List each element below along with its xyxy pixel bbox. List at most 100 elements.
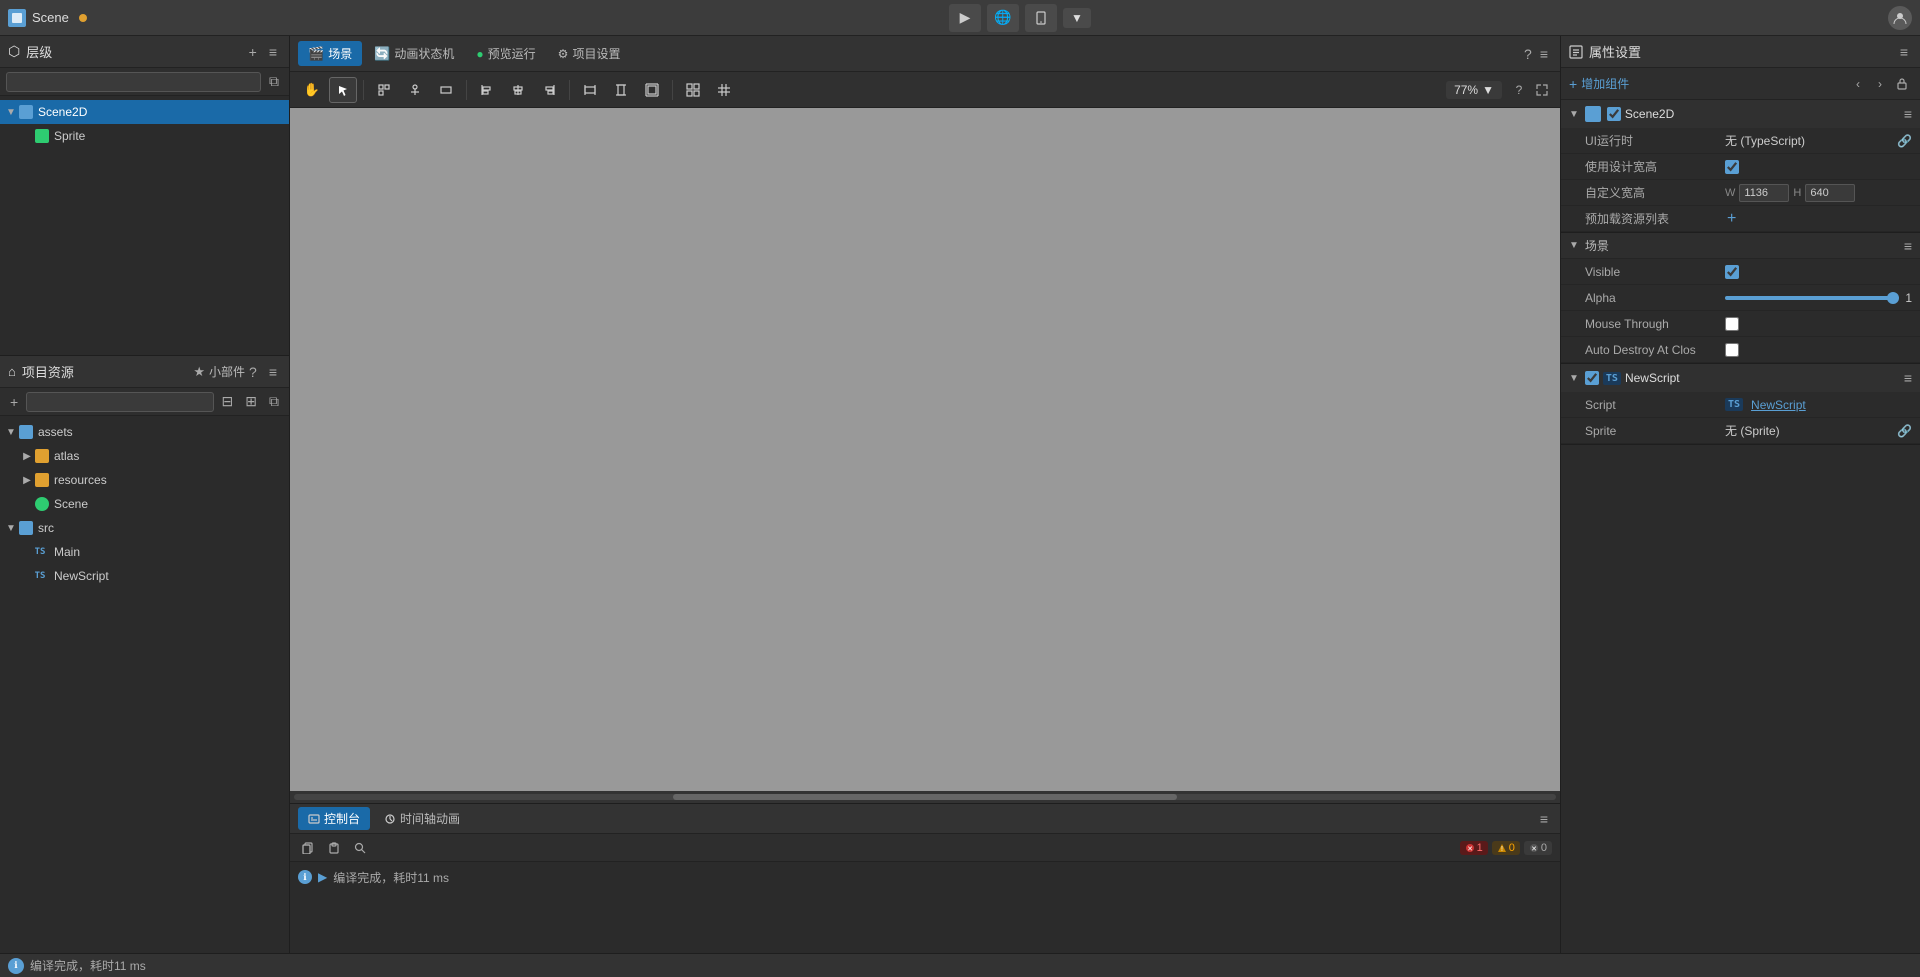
vp-fit-w[interactable] [576, 77, 604, 103]
wh-h-input[interactable] [1805, 184, 1855, 202]
prop-sprite-link[interactable]: 🔗 [1897, 424, 1912, 438]
tree-item-atlas[interactable]: ▶ atlas [0, 444, 289, 468]
tab-anim[interactable]: 🔄 动画状态机 [364, 41, 464, 66]
arrow-src[interactable]: ▼ [4, 521, 18, 535]
arrow-assets[interactable]: ▼ [4, 425, 18, 439]
console-copy-btn[interactable] [298, 840, 318, 856]
tree-arrow-scene2d[interactable]: ▼ [4, 105, 18, 119]
hierarchy-tree: ▼ Scene2D Sprite [0, 96, 289, 355]
tree-item-assets[interactable]: ▼ assets [0, 420, 289, 444]
scene-more-button[interactable]: ≡ [1536, 44, 1552, 64]
globe-button[interactable]: 🌐 [987, 4, 1019, 32]
prop-visible-checkbox[interactable] [1725, 265, 1739, 279]
tree-item-resources[interactable]: ▶ resources [0, 468, 289, 492]
vp-align-center[interactable] [504, 77, 532, 103]
scene-help-button[interactable]: ? [1520, 44, 1536, 64]
build-dropdown[interactable]: ▼ [1063, 8, 1091, 28]
mobile-button[interactable] [1025, 4, 1057, 32]
comp-header-scene2d[interactable]: ▼ Scene2D ≡ [1561, 100, 1920, 128]
prop-ui-runtime-link[interactable]: 🔗 [1897, 134, 1912, 148]
label-resources: resources [54, 473, 107, 487]
vp-help-btn[interactable]: ? [1509, 80, 1529, 100]
comp-enabled-scene2d[interactable] [1607, 107, 1621, 121]
console-more-button[interactable]: ≡ [1536, 809, 1552, 829]
hierarchy-search-input[interactable] [6, 72, 261, 92]
tree-item-scene-file[interactable]: Scene [0, 492, 289, 516]
console-line-1: ℹ ▶ 编译完成，耗时11 ms [298, 866, 1552, 888]
icon-main: TS [34, 544, 50, 560]
vp-compress-btn[interactable] [1532, 80, 1552, 100]
vp-grid1[interactable] [679, 77, 707, 103]
tree-item-main[interactable]: TS Main [0, 540, 289, 564]
badge-warn[interactable]: ! 0 [1492, 841, 1520, 855]
comp-menu-newscript[interactable]: ≡ [1904, 370, 1912, 386]
project-copy-button[interactable]: ⧉ [265, 391, 283, 412]
vp-rect[interactable] [432, 77, 460, 103]
vp-align-left[interactable] [473, 77, 501, 103]
tab-console[interactable]: 控制台 [298, 807, 370, 830]
prop-preload-add[interactable]: + [1725, 210, 1738, 228]
arrow-resources[interactable]: ▶ [20, 473, 34, 487]
lock-button[interactable] [1892, 74, 1912, 94]
user-avatar[interactable] [1888, 6, 1912, 30]
vp-hand-tool[interactable]: ✋ [298, 77, 326, 103]
arrow-atlas[interactable]: ▶ [20, 449, 34, 463]
hierarchy-add-button[interactable]: + [245, 42, 261, 62]
scene-section-header[interactable]: ▼ 场景 ≡ [1561, 233, 1920, 259]
prop-alpha-slider-container: 1 [1725, 291, 1912, 305]
scene2d-node-icon [18, 104, 34, 120]
scene-section-menu[interactable]: ≡ [1904, 238, 1912, 254]
hierarchy-more-button[interactable]: ≡ [265, 42, 281, 62]
viewport-canvas[interactable] [290, 108, 1560, 791]
project-add-button[interactable]: + [6, 392, 22, 412]
status-text: 编译完成，耗时11 ms [30, 957, 146, 974]
vp-grid2[interactable] [710, 77, 738, 103]
icon-src [18, 520, 34, 536]
prop-alpha-slider[interactable] [1725, 296, 1899, 300]
prop-alpha: Alpha 1 [1561, 285, 1920, 311]
hierarchy-copy-button[interactable]: ⧉ [265, 71, 283, 92]
tree-item-sprite[interactable]: Sprite [0, 124, 289, 148]
vp-select-tool[interactable] [329, 77, 357, 103]
comp-menu-scene2d[interactable]: ≡ [1904, 106, 1912, 122]
project-search-input[interactable] [26, 392, 213, 412]
nav-next[interactable]: › [1870, 74, 1890, 94]
vp-zoom-dropdown[interactable]: 77% ▼ [1446, 81, 1502, 99]
add-component-button[interactable]: + 增加组件 [1569, 75, 1629, 92]
vp-align-right[interactable] [535, 77, 563, 103]
prop-auto-destroy-checkbox[interactable] [1725, 343, 1739, 357]
tab-scene[interactable]: 🎬 场景 [298, 41, 362, 66]
main-content: ⬡ 层级 + ≡ ⧉ ▼ Scene2D [0, 36, 1920, 953]
tab-settings[interactable]: ⚙ 项目设置 [548, 41, 631, 66]
comp-enabled-newscript[interactable] [1585, 371, 1599, 385]
nav-prev[interactable]: ‹ [1848, 74, 1868, 94]
vp-fit-both[interactable] [638, 77, 666, 103]
project-help-button[interactable]: ? [245, 362, 261, 382]
tree-item-scene2d[interactable]: ▼ Scene2D [0, 100, 289, 124]
vp-align-tl[interactable] [370, 77, 398, 103]
vp-fit-h[interactable] [607, 77, 635, 103]
tree-item-newscript[interactable]: TS NewScript [0, 564, 289, 588]
project-grid-button[interactable]: ⊞ [241, 391, 261, 412]
project-more-button[interactable]: ≡ [265, 362, 281, 382]
comp-header-newscript[interactable]: ▼ TS NewScript ≡ [1561, 364, 1920, 392]
project-filter-button[interactable]: ⊟ [218, 391, 238, 412]
vp-anchor[interactable] [401, 77, 429, 103]
play-button[interactable]: ▶ [949, 4, 981, 32]
props-more-button[interactable]: ≡ [1896, 42, 1912, 62]
badge-error[interactable]: ✕ 1 [1460, 841, 1488, 855]
tab-preview[interactable]: ● 预览运行 [466, 41, 545, 66]
console-search-btn[interactable] [350, 840, 370, 856]
badge-log[interactable]: ✕ 0 [1524, 841, 1552, 855]
comp-cube-scene2d [1585, 106, 1601, 122]
wh-w-input[interactable] [1739, 184, 1789, 202]
tab-timeline[interactable]: 时间轴动画 [374, 807, 470, 830]
prop-design-size-checkbox[interactable] [1725, 160, 1739, 174]
prop-mouse-through-checkbox[interactable] [1725, 317, 1739, 331]
prop-script-link[interactable]: NewScript [1751, 398, 1806, 412]
tree-item-src[interactable]: ▼ src [0, 516, 289, 540]
viewport-scrollbar-h[interactable] [290, 791, 1560, 803]
console-paste-btn[interactable] [324, 840, 344, 856]
properties-title-label: 属性设置 [1589, 42, 1641, 61]
status-bar: ℹ 编译完成，耗时11 ms [0, 953, 1920, 977]
